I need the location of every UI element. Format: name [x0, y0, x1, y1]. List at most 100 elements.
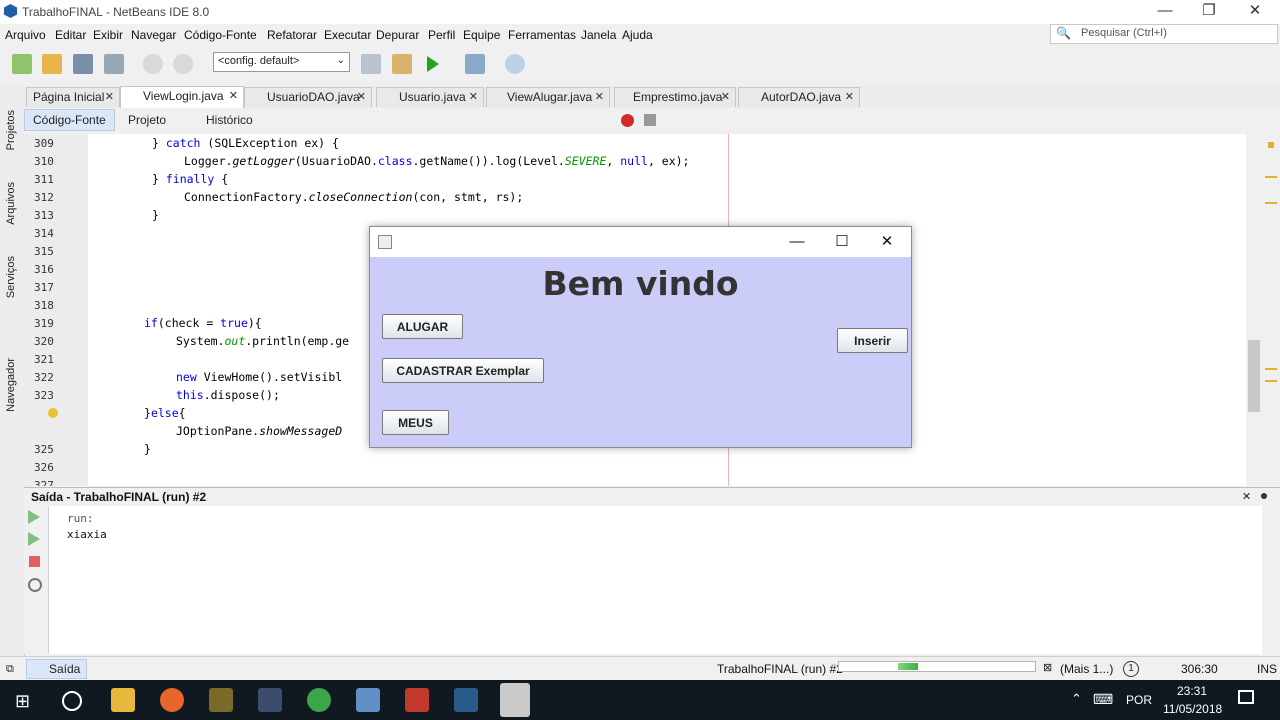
virtualbox-icon[interactable]: [356, 688, 380, 712]
welcome-dialog: — ☐ ✕ Bem vindo ALUGAR CADASTRAR Exempla…: [369, 226, 912, 448]
save-all-icon[interactable]: [104, 54, 124, 74]
menu-janela[interactable]: Janela: [581, 28, 616, 42]
dialog-close-button[interactable]: ✕: [864, 227, 910, 257]
firefox-icon[interactable]: [160, 688, 184, 712]
chrome-icon[interactable]: [307, 688, 331, 712]
close-icon[interactable]: ✕: [595, 88, 604, 107]
cancel-task-icon[interactable]: ⊠: [1043, 661, 1052, 674]
paint-app-icon[interactable]: [405, 688, 429, 712]
line-number: 310: [34, 155, 54, 168]
menu-refatorar[interactable]: Refatorar: [267, 28, 317, 42]
clock-time[interactable]: 23:31: [1177, 684, 1207, 698]
tab-pagina-inicial[interactable]: Página Inicial ✕: [26, 87, 120, 107]
menu-ferramentas[interactable]: Ferramentas: [508, 28, 576, 42]
menu-navegar[interactable]: Navegar: [131, 28, 176, 42]
menu-exibir[interactable]: Exibir: [93, 28, 123, 42]
side-tab-projetos[interactable]: Projetos: [5, 110, 17, 150]
minimize-panel-icon[interactable]: [1261, 493, 1267, 499]
output-tab[interactable]: Saída: [26, 659, 88, 679]
record-macro-icon[interactable]: [621, 114, 634, 127]
line-marker[interactable]: [1265, 368, 1277, 370]
tab-usuario[interactable]: Usuario.java ✕: [376, 87, 484, 107]
editor-scrollbar[interactable]: [1246, 134, 1262, 486]
settings-icon[interactable]: [28, 578, 42, 592]
line-marker[interactable]: [1265, 176, 1277, 178]
inserir-button[interactable]: Inserir: [837, 328, 908, 353]
line-marker[interactable]: [1265, 380, 1277, 382]
close-icon[interactable]: ✕: [357, 88, 366, 107]
welcome-heading: Bem vindo: [542, 264, 739, 303]
profile-icon[interactable]: [505, 54, 525, 74]
menu-depurar[interactable]: Depurar: [376, 28, 419, 42]
action-center-icon[interactable]: [1238, 690, 1254, 704]
line-marker[interactable]: [1265, 202, 1277, 204]
cadastrar-exemplar-button[interactable]: CADASTRAR Exemplar: [382, 358, 544, 383]
side-tab-navegador[interactable]: Navegador: [5, 358, 17, 412]
undo-icon[interactable]: [143, 54, 163, 74]
chevron-up-icon[interactable]: ⌃: [1071, 691, 1082, 707]
close-icon[interactable]: ✕: [469, 88, 478, 107]
notifications-badge[interactable]: 1: [1123, 661, 1139, 677]
dialog-minimize-button[interactable]: —: [774, 227, 820, 257]
stop-icon[interactable]: [29, 556, 40, 567]
tab-historico[interactable]: Histórico: [206, 113, 253, 127]
meus-button[interactable]: MEUS: [382, 410, 449, 435]
more-tasks[interactable]: (Mais 1...): [1060, 662, 1113, 676]
close-icon[interactable]: ✕: [845, 88, 854, 107]
file-explorer-icon[interactable]: [111, 688, 135, 712]
stop-macro-icon[interactable]: [644, 114, 656, 126]
close-icon[interactable]: ✕: [229, 87, 238, 106]
build-icon[interactable]: [361, 54, 381, 74]
windows-start-icon[interactable]: ⊞: [15, 691, 30, 712]
menu-executar[interactable]: Executar: [324, 28, 371, 42]
tab-projeto[interactable]: Projeto: [128, 113, 166, 127]
tab-viewlogin[interactable]: ViewLogin.java ✕: [120, 86, 244, 108]
clock-date[interactable]: 11/05/2018: [1163, 702, 1222, 716]
menu-editar[interactable]: Editar: [55, 28, 86, 42]
close-icon[interactable]: ✕: [1242, 490, 1251, 503]
tab-usuariodao[interactable]: UsuarioDAO.java ✕: [244, 87, 372, 107]
menu-ajuda[interactable]: Ajuda: [622, 28, 653, 42]
menu-arquivo[interactable]: Arquivo: [5, 28, 46, 42]
redo-icon[interactable]: [173, 54, 193, 74]
side-tab-servicos[interactable]: Serviços: [5, 256, 17, 298]
keyboard-icon[interactable]: ⌨: [1093, 691, 1113, 708]
rerun-with-args-icon[interactable]: [28, 532, 40, 546]
restore-button[interactable]: ❐: [1186, 0, 1232, 24]
menu-equipe[interactable]: Equipe: [463, 28, 500, 42]
tab-viewalugar[interactable]: ViewAlugar.java ✕: [486, 87, 610, 107]
minimize-button[interactable]: —: [1142, 0, 1188, 24]
scrollbar-thumb[interactable]: [1248, 340, 1260, 412]
new-project-icon[interactable]: [42, 54, 62, 74]
rerun-icon[interactable]: [28, 510, 40, 524]
league-of-legends-icon[interactable]: [209, 688, 233, 712]
game-launcher-icon[interactable]: [258, 688, 282, 712]
menu-codigo-fonte[interactable]: Código-Fonte: [184, 28, 257, 42]
tab-codigo-fonte[interactable]: Código-Fonte: [24, 109, 115, 131]
clean-build-icon[interactable]: [392, 54, 412, 74]
language-indicator[interactable]: POR: [1126, 693, 1152, 707]
search-input[interactable]: 🔍 Pesquisar (Ctrl+I): [1050, 24, 1278, 44]
open-project-icon[interactable]: [73, 54, 93, 74]
dialog-maximize-button[interactable]: ☐: [819, 227, 865, 257]
close-button[interactable]: ✕: [1232, 0, 1278, 24]
restore-windows-icon[interactable]: ⧉: [6, 663, 14, 676]
output-scrollbar[interactable]: [1262, 506, 1280, 654]
java-app-taskbar-icon[interactable]: [500, 683, 530, 717]
new-file-icon[interactable]: [12, 54, 32, 74]
config-select[interactable]: <config. default> ⌄: [213, 52, 350, 72]
close-icon[interactable]: ✕: [721, 88, 730, 107]
side-tab-arquivos[interactable]: Arquivos: [5, 182, 17, 225]
output-console[interactable]: run: xiaxia: [49, 506, 1262, 654]
debug-icon[interactable]: [465, 54, 485, 74]
tab-emprestimo[interactable]: Emprestimo.java ✕: [614, 87, 736, 107]
netbeans-taskbar-icon[interactable]: [454, 688, 478, 712]
cortana-search-icon[interactable]: [62, 691, 82, 711]
menu-perfil[interactable]: Perfil: [428, 28, 455, 42]
tab-autordao[interactable]: AutorDAO.java ✕: [738, 87, 860, 107]
close-icon[interactable]: ✕: [105, 88, 114, 107]
run-icon[interactable]: [427, 56, 439, 72]
alugar-button[interactable]: ALUGAR: [382, 314, 463, 339]
hint-bulb-icon[interactable]: [48, 408, 58, 418]
warning-marker[interactable]: [1268, 142, 1274, 148]
